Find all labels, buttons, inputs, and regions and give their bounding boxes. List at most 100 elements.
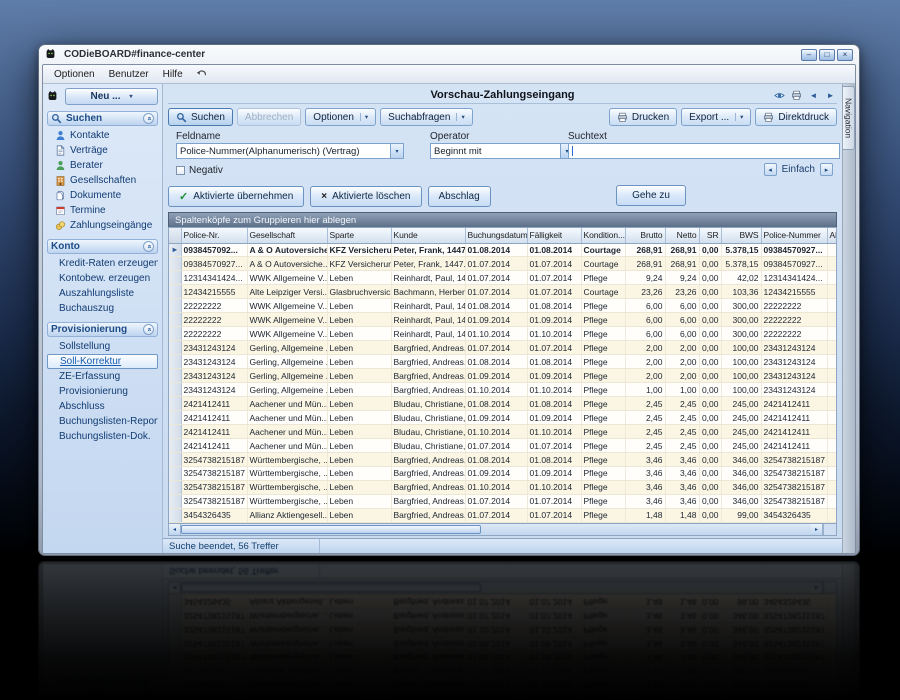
- einfach-prev-button[interactable]: ◂: [763, 163, 777, 176]
- collapse-icon[interactable]: «: [143, 241, 154, 252]
- export-button[interactable]: Export ... ▾: [681, 108, 752, 126]
- gehe-zu-button[interactable]: Gehe zu: [616, 185, 686, 206]
- table-row[interactable]: 22222222 WWK Allgemeine V... Leben Reinhard…: [169, 312, 836, 328]
- sidebar-item-kontobew-erzeugen[interactable]: Kontobew. erzeugen: [47, 271, 158, 286]
- table-row[interactable]: 3254738215187 Württembergische, ... Leben B…: [169, 494, 836, 509]
- sidebar-item-auszahlungsliste[interactable]: Auszahlungsliste: [47, 286, 158, 301]
- sidebar-item-provisionierung[interactable]: Provisionierung: [47, 384, 158, 399]
- abbrechen-button[interactable]: Abbrechen: [236, 108, 302, 126]
- new-button[interactable]: Neu ... ▾: [65, 88, 158, 105]
- suchtext-label: Suchtext: [568, 131, 607, 142]
- sidebar-item-termine[interactable]: Termine: [47, 203, 158, 218]
- table-row[interactable]: 3254738215187 Württembergische, ... Leben B…: [169, 480, 836, 495]
- table-row[interactable]: 2421412411 Aachener und Mün... Leben Bludau…: [169, 410, 836, 426]
- direktdruck-button[interactable]: Direktdruck: [755, 108, 837, 126]
- collapse-icon[interactable]: «: [143, 113, 154, 124]
- column-header-sr[interactable]: SR: [699, 228, 722, 244]
- horizontal-scrollbar[interactable]: ◂ ▸: [168, 524, 837, 536]
- table-row[interactable]: 23431243124 Gerling, Allgemeine ... Leben B…: [169, 354, 836, 370]
- sidebar-item-ze-erfassung[interactable]: ZE-Erfassung: [47, 369, 158, 384]
- operator-combobox[interactable]: Beginnt mit ▾: [430, 143, 574, 159]
- table-row[interactable]: 2421412411 Aachener und Mün... Leben Bludau…: [169, 424, 836, 440]
- hscroll-track[interactable]: [481, 524, 811, 535]
- negativ-checkbox[interactable]: [176, 166, 185, 175]
- printer-icon[interactable]: [790, 89, 803, 101]
- main-panel: Vorschau-Zahlungseingang ◄ ► Suchen Abbr…: [163, 84, 842, 553]
- sidebar-item-verträge[interactable]: Verträge: [47, 143, 158, 158]
- table-row[interactable]: 3454326435 Allianz Aktiengesell... Leben Ba…: [169, 508, 836, 523]
- einfach-next-button[interactable]: ▸: [820, 163, 833, 176]
- menu-item-hilfe[interactable]: Hilfe: [156, 67, 190, 82]
- selected-row-marker[interactable]: ▸: [169, 243, 182, 258]
- group-by-bar[interactable]: Spaltenköpfe zum Gruppieren hier ablegen: [168, 212, 837, 227]
- sidebar-item-gesellschaften[interactable]: Gesellschaften: [47, 173, 158, 188]
- table-row[interactable]: 23431243124 Gerling, Allgemeine ... Leben B…: [169, 340, 836, 356]
- collapse-icon[interactable]: «: [143, 324, 154, 335]
- sidebar-item-soll-korrektur[interactable]: Soll-Korrektur: [47, 354, 158, 369]
- sidebar-item-berater[interactable]: Berater: [47, 158, 158, 173]
- minimize-button[interactable]: –: [801, 48, 817, 61]
- section-header-konto[interactable]: Konto «: [47, 239, 158, 254]
- column-header-buchungsdatum[interactable]: Buchungsdatum: [465, 228, 528, 244]
- sidebar-item-zahlungseingänge[interactable]: Zahlungseingänge: [47, 218, 158, 233]
- calendar-icon: [55, 205, 66, 216]
- aktivierte-loeschen-button[interactable]: × Aktivierte löschen: [310, 185, 422, 207]
- suchabfragen-button[interactable]: Suchabfragen ▾: [380, 108, 473, 126]
- table-row[interactable]: 23431243124 Gerling, Allgemeine ... Leben B…: [169, 368, 836, 384]
- suchen-button[interactable]: Suchen: [168, 108, 233, 126]
- suchtext-input[interactable]: [568, 143, 840, 159]
- table-row[interactable]: 3254738215187 Württembergische, ... Leben B…: [169, 466, 836, 481]
- table-row[interactable]: 22222222 WWK Allgemeine V... Leben Reinhard…: [169, 298, 836, 314]
- sidebar-item-sollstellung[interactable]: Sollstellung: [47, 339, 158, 354]
- maximize-button[interactable]: □: [819, 48, 835, 61]
- sidebar-item-buchauszug[interactable]: Buchauszug: [47, 301, 158, 316]
- table-row[interactable]: 12314341424... WWK Allgemeine V... Leben Re…: [169, 270, 836, 286]
- sidebar-item-buchungslisten-report[interactable]: Buchungslisten-Report: [47, 414, 158, 429]
- column-header-sparte[interactable]: Sparte: [327, 228, 392, 244]
- forward-icon[interactable]: ►: [824, 89, 837, 101]
- titlebar[interactable]: CODieBOARD#finance-center – □ ×: [42, 45, 856, 64]
- close-button[interactable]: ×: [837, 48, 853, 61]
- sidebar-item-buchungslisten-dok[interactable]: Buchungslisten-Dok.: [47, 429, 158, 444]
- sidebar-item-kredit-raten-erzeugen[interactable]: Kredit-Raten erzeugen: [47, 256, 158, 271]
- column-header-netto[interactable]: Netto: [665, 228, 700, 244]
- table-row[interactable]: 3254738215187 Württembergische, ... Leben B…: [169, 452, 836, 467]
- table-row[interactable]: 2421412411 Aachener und Mün... Leben Bludau…: [169, 396, 836, 412]
- abschlag-button[interactable]: Abschlag: [427, 185, 491, 207]
- column-header-bws[interactable]: BWS: [721, 228, 762, 244]
- table-row[interactable]: 2421412411 Aachener und Mün... Leben Bludau…: [169, 438, 836, 454]
- navigation-tab[interactable]: Navigation: [843, 86, 855, 150]
- column-header-brutto[interactable]: Brutto: [625, 228, 666, 244]
- column-header-fälligkeit[interactable]: Fälligkeit: [527, 228, 582, 244]
- optionen-button[interactable]: Optionen ▾: [305, 108, 377, 126]
- column-header-gesellschaft[interactable]: Gesellschaft: [247, 228, 328, 244]
- aktivierte-uebernehmen-button[interactable]: ✓ Aktivierte übernehmen: [168, 185, 305, 207]
- sidebar-item-dokumente[interactable]: Dokumente: [47, 188, 158, 203]
- menu-item-optionen[interactable]: Optionen: [47, 67, 102, 82]
- back-icon[interactable]: ◄: [807, 89, 820, 101]
- chevron-down-icon[interactable]: ▾: [390, 144, 403, 158]
- menu-item-benutzer[interactable]: Benutzer: [102, 67, 156, 82]
- table-row[interactable]: 09384570927... A & O Autoversiche... KFZ V…: [169, 256, 836, 272]
- column-header-police-nr[interactable]: Police-Nr.: [181, 228, 248, 244]
- section-header-provisionierung[interactable]: Provisionierung «: [47, 322, 158, 337]
- table-row[interactable]: ▸0938457092...A & O Autoversiche...KFZ V…: [169, 243, 836, 258]
- scroll-left-icon[interactable]: ◂: [169, 524, 181, 535]
- sidebar-sections: Suchen « Kontakte Verträge Berater Gesellscha…: [47, 111, 158, 444]
- column-header-aktiviert[interactable]: Aktiviert: [827, 228, 836, 244]
- scroll-right-icon[interactable]: ▸: [811, 524, 823, 535]
- sidebar-item-abschluss[interactable]: Abschluss: [47, 399, 158, 414]
- feldname-combobox[interactable]: Police-Nummer(Alphanumerisch) (Vertrag) …: [176, 143, 404, 159]
- table-row[interactable]: 23431243124 Gerling, Allgemeine ... Leben B…: [169, 382, 836, 398]
- table-row[interactable]: 22222222 WWK Allgemeine V... Leben Reinhard…: [169, 326, 836, 342]
- column-header-police-nummer[interactable]: Police-Nummer: [761, 228, 828, 244]
- hscroll-thumb[interactable]: [181, 525, 481, 534]
- sidebar-item-kontakte[interactable]: Kontakte: [47, 128, 158, 143]
- table-row[interactable]: 12434215555 Alte Leipziger Versi... Glasbr…: [169, 284, 836, 300]
- preview-icon[interactable]: [773, 89, 786, 101]
- undo-icon[interactable]: [196, 69, 207, 80]
- drucken-button[interactable]: Drucken: [608, 108, 678, 126]
- section-header-suchen[interactable]: Suchen «: [47, 111, 158, 126]
- column-header-kunde[interactable]: Kunde: [391, 228, 466, 244]
- column-header-kondition[interactable]: Kondition...: [581, 228, 626, 244]
